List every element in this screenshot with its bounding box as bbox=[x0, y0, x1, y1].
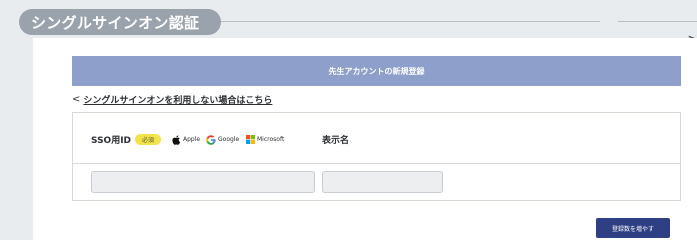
non-sso-link[interactable]: < シングルサインオンを利用しない場合はこちら bbox=[72, 92, 272, 106]
sso-id-label: SSO用ID bbox=[91, 136, 132, 146]
main-panel: 先生アカウントの新規登録 < シングルサインオンを利用しない場合はこちら SSO… bbox=[33, 38, 697, 240]
provider-microsoft-label: Microsoft bbox=[257, 136, 285, 143]
provider-google-label: Google bbox=[218, 136, 240, 143]
registration-form: SSO用ID 必須 Apple Google Microsoft 表示名 bbox=[72, 112, 681, 201]
display-name-label: 表示名 bbox=[322, 136, 350, 146]
non-sso-link-label: シングルサインオンを利用しない場合はこちら bbox=[83, 95, 273, 106]
section-title-pill: シングルサインオン認証 bbox=[19, 9, 221, 35]
microsoft-icon bbox=[246, 135, 255, 144]
display-name-input[interactable] bbox=[322, 171, 443, 193]
divider-gap bbox=[600, 20, 618, 23]
page-title: 先生アカウントの新規登録 bbox=[328, 66, 425, 76]
add-row-button[interactable]: 登録数を増やす bbox=[596, 218, 670, 238]
section-divider-line bbox=[215, 21, 697, 22]
required-badge: 必須 bbox=[135, 134, 161, 145]
sso-id-input[interactable] bbox=[91, 171, 315, 193]
google-icon bbox=[206, 134, 216, 145]
form-divider bbox=[73, 163, 680, 164]
apple-icon bbox=[172, 135, 181, 145]
provider-apple: Apple bbox=[172, 134, 200, 145]
chevron-left-icon: < bbox=[72, 93, 81, 105]
provider-apple-label: Apple bbox=[183, 136, 201, 143]
section-title: シングルサインオン認証 bbox=[31, 13, 200, 32]
page-header-bar: 先生アカウントの新規登録 bbox=[72, 56, 681, 86]
provider-microsoft: Microsoft bbox=[246, 134, 284, 145]
provider-google: Google bbox=[206, 134, 239, 145]
